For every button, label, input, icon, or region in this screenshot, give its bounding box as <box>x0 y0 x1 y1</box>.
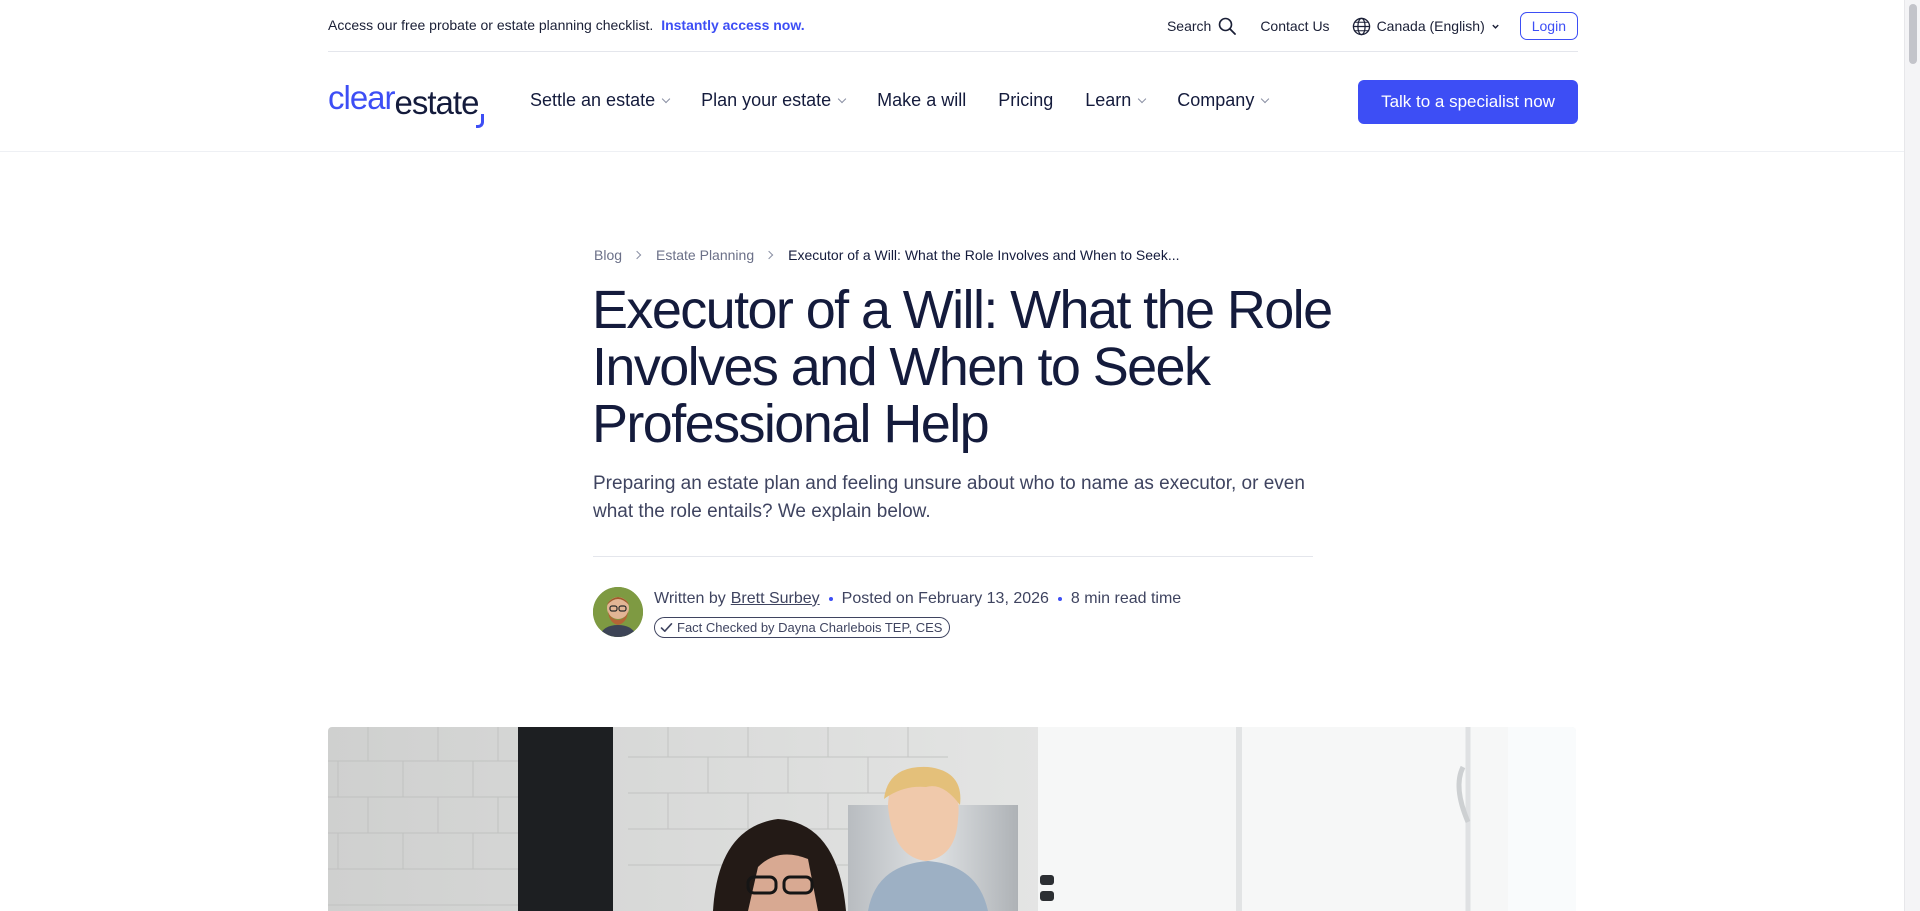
globe-icon <box>1352 17 1370 35</box>
nav-item-label: Plan your estate <box>701 90 832 110</box>
article-title: Executor of a Will: What the Role Involv… <box>592 280 1333 454</box>
nav-item-label: Pricing <box>998 90 1054 110</box>
breadcrumb-current: Executor of a Will: What the Role Involv… <box>788 247 1180 263</box>
chevron-right-icon <box>764 250 774 260</box>
utility-bar: Access our free probate or estate planni… <box>0 0 1904 52</box>
read-time: 8 min read time <box>1070 590 1182 607</box>
chevron-down-icon <box>1261 94 1270 104</box>
main-nav: clear estate Settle an estate Plan your … <box>0 52 1904 152</box>
nav-menu: Settle an estate Plan your estate Make a… <box>530 90 1300 111</box>
promo-banner: Access our free probate or estate planni… <box>328 17 805 33</box>
nav-item-learn[interactable]: Learn <box>1085 90 1147 111</box>
nav-item-settle-an-estate[interactable]: Settle an estate <box>530 90 671 111</box>
fact-check-badge: Fact Checked by Dayna Charlebois TEP, CE… <box>654 617 951 638</box>
logo-hook-mark <box>476 114 485 128</box>
written-by-label: Written by <box>654 590 726 607</box>
contact-us-link[interactable]: Contact Us <box>1260 18 1329 34</box>
hero-photo <box>328 727 1576 911</box>
scrollbar-thumb[interactable] <box>1909 4 1917 64</box>
promo-text: Access our free probate or estate planni… <box>328 17 654 33</box>
logo-part-estate-text: estate <box>394 84 480 121</box>
page-scrollbar[interactable] <box>1904 0 1920 911</box>
nav-item-label: Settle an estate <box>530 90 656 110</box>
promo-link[interactable]: Instantly access now. <box>661 17 804 33</box>
breadcrumb-estate-planning[interactable]: Estate Planning <box>656 247 754 263</box>
nav-item-label: Learn <box>1085 90 1132 110</box>
clearestate-logo[interactable]: clear estate <box>328 78 485 128</box>
meta-separator <box>828 597 833 601</box>
author-link[interactable]: Brett Surbey <box>731 590 820 608</box>
chevron-down-icon <box>837 94 847 104</box>
utility-links: Search Contact Us Canada (English) Login <box>1167 12 1578 40</box>
article-meta: Written by Brett Surbey Posted on Februa… <box>654 590 1181 608</box>
meta-separator <box>1057 597 1062 601</box>
chevron-down-icon <box>1492 24 1499 29</box>
chevron-down-icon <box>1138 94 1147 104</box>
author-photo <box>593 587 643 637</box>
search-icon <box>1219 17 1237 35</box>
utility-bar-inner: Access our free probate or estate planni… <box>328 0 1578 52</box>
search-label: Search <box>1166 18 1212 34</box>
breadcrumb-blog[interactable]: Blog <box>594 247 622 263</box>
fact-check-label: Fact Checked by Dayna Charlebois TEP, CE… <box>677 620 943 635</box>
nav-item-label: Make a will <box>877 90 967 110</box>
avatar <box>593 587 643 637</box>
nav-item-company[interactable]: Company <box>1177 90 1270 111</box>
breadcrumb: Blog Estate Planning Executor of a Will:… <box>594 247 1180 263</box>
chevron-down-icon <box>661 94 671 104</box>
nav-item-plan-your-estate[interactable]: Plan your estate <box>701 90 847 111</box>
talk-to-specialist-button[interactable]: Talk to a specialist now <box>1358 80 1578 124</box>
language-selector[interactable]: Canada (English) <box>1352 17 1500 36</box>
search-button[interactable]: Search <box>1166 17 1237 35</box>
logo-part-clear: clear <box>328 79 396 116</box>
login-button[interactable]: Login <box>1519 12 1578 40</box>
nav-item-label: Company <box>1177 90 1255 110</box>
chevron-right-icon <box>632 250 642 260</box>
logo-part-estate: estate <box>394 80 485 128</box>
divider <box>593 556 1313 557</box>
nav-item-pricing[interactable]: Pricing <box>998 90 1053 111</box>
nav-item-make-a-will[interactable]: Make a will <box>877 90 966 111</box>
hero-image <box>328 727 1576 911</box>
language-label: Canada (English) <box>1376 18 1485 34</box>
checkmark-icon <box>660 623 673 632</box>
posted-date: Posted on February 13, 2026 <box>841 590 1049 607</box>
article-dek: Preparing an estate plan and feeling uns… <box>593 473 1305 522</box>
